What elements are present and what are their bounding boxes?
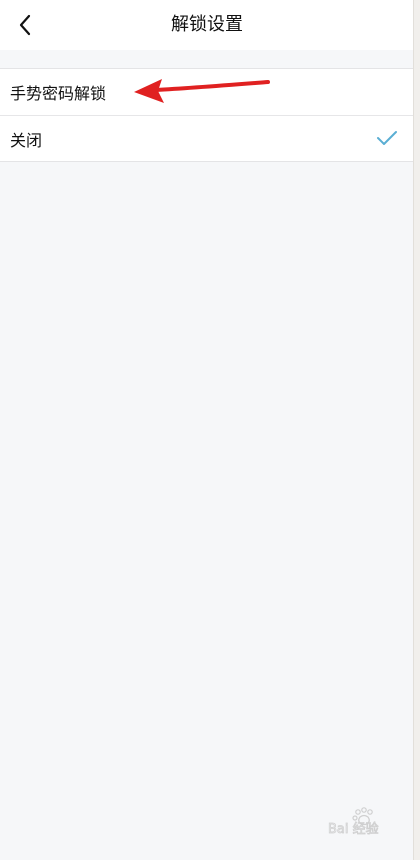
option-off[interactable]: 关闭 [0,115,414,161]
option-label: 关闭 [10,130,43,150]
baidu-watermark: Bai 经验 [328,807,379,836]
watermark-text: Bai 经验 [328,821,379,836]
right-edge-strip [413,0,420,860]
option-label: 手势密码解锁 [10,84,107,103]
checkmark-icon [377,131,397,145]
unlock-options-list: 手势密码解锁 关闭 [0,68,414,162]
navigation-bar: 解锁设置 [0,0,414,50]
option-gesture-password[interactable]: 手势密码解锁 [0,69,414,115]
page-title: 解锁设置 [171,14,243,35]
